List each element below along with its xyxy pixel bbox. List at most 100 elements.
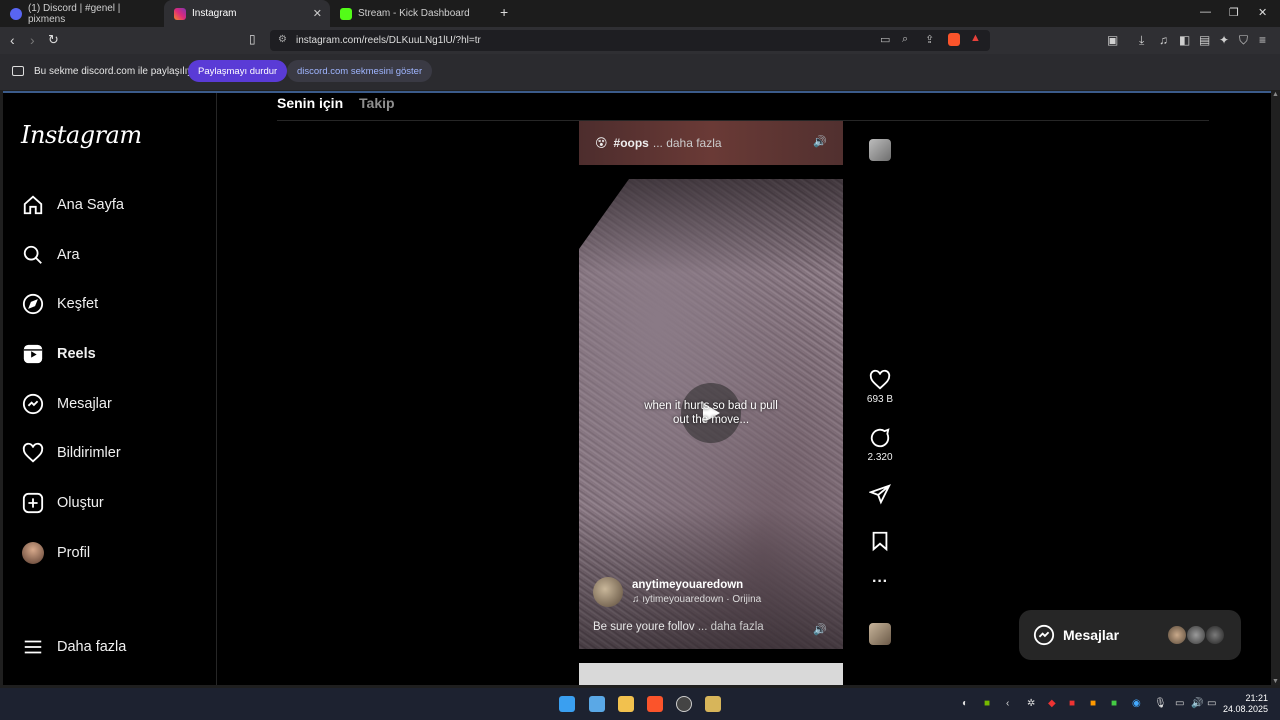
minimize-icon[interactable]: — [1200, 6, 1211, 18]
brave-browser-icon[interactable] [647, 696, 663, 712]
tab-following[interactable]: Takip [359, 95, 395, 111]
nav-search[interactable]: Ara [21, 240, 80, 270]
speaker-icon[interactable]: 🔊 [813, 623, 827, 636]
tray-icon[interactable]: ◆ [1048, 698, 1056, 709]
tab-instagram[interactable]: Instagram ✕ [164, 0, 330, 27]
media-icon[interactable]: ♫ [1159, 33, 1168, 47]
tray-icon[interactable]: ◐ [962, 698, 968, 709]
downloads-icon[interactable]: ⤓ [1139, 33, 1144, 48]
nav-reels[interactable]: Reels [21, 339, 96, 369]
brave-rewards-icon[interactable]: ▲ [970, 32, 981, 44]
reels-icon [21, 342, 45, 366]
save-button[interactable] [863, 530, 897, 555]
new-tab-icon[interactable]: + [500, 4, 508, 20]
nav-label: Profil [57, 545, 91, 561]
scrollbar[interactable]: ▲ ▼ [1271, 91, 1280, 685]
tray-icon[interactable]: ■ [1090, 698, 1096, 709]
nav-notifications[interactable]: Bildirimler [21, 438, 121, 468]
discord-icon [10, 7, 22, 20]
file-explorer-icon[interactable] [618, 696, 634, 712]
tab-title: Stream - Kick Dashboard [358, 8, 470, 19]
previous-reel[interactable]: 😵 #oops ... daha fazla 🔊 [579, 121, 843, 165]
close-tab-icon[interactable]: ✕ [313, 7, 322, 20]
comment-button[interactable]: 2.320 [863, 427, 897, 463]
tray-icon[interactable]: ‹ [1006, 698, 1009, 709]
reload-icon[interactable]: ↻ [48, 32, 59, 48]
close-window-icon[interactable]: ✕ [1258, 6, 1267, 19]
brave-shields-icon[interactable] [948, 33, 960, 46]
video-caption: when it hurts so bad u pull out the move… [629, 399, 793, 427]
tray-icon[interactable]: ✲ [1027, 698, 1035, 709]
nav-explore[interactable]: Keşfet [21, 289, 98, 319]
messenger-icon [1033, 624, 1055, 646]
battery-icon[interactable]: ▭ [1207, 698, 1216, 709]
widgets-icon[interactable] [589, 696, 605, 712]
nav-home[interactable]: Ana Sayfa [21, 190, 124, 220]
hashtag-link[interactable]: #oops [614, 136, 649, 150]
author-username[interactable]: anytimeyouaredown [632, 579, 761, 591]
like-button[interactable]: 693 B [863, 369, 897, 405]
forward-icon[interactable]: › [30, 32, 35, 48]
tab-discord[interactable]: (1) Discord | #genel | pixmens [0, 0, 160, 27]
avatar [1205, 625, 1225, 645]
network-icon[interactable]: ▭ [1175, 698, 1184, 709]
nav-label: Bildirimler [57, 445, 121, 461]
nav-more[interactable]: Daha fazla [21, 632, 126, 662]
leo-ai-icon[interactable]: ✦ [1219, 33, 1229, 47]
vpn-icon[interactable]: ⛉ [1239, 33, 1248, 48]
tab-kick[interactable]: Stream - Kick Dashboard [330, 0, 490, 27]
zoom-icon[interactable]: ⌕ [902, 33, 908, 46]
back-icon[interactable]: ‹ [10, 32, 15, 48]
author-avatar[interactable] [593, 577, 623, 607]
stop-sharing-button[interactable]: Paylaşmayı durdur [188, 60, 288, 82]
heart-icon [21, 441, 45, 465]
tab-for-you[interactable]: Senin için [277, 95, 343, 111]
nav-create[interactable]: Oluştur [21, 488, 104, 518]
show-discord-tab-button[interactable]: discord.com sekmesini göster [287, 60, 433, 82]
sidebar-toggle-icon[interactable]: ◧ [1179, 33, 1190, 47]
more-link[interactable]: ... daha fazla [698, 621, 764, 633]
cast-icon[interactable]: ▭ [880, 33, 890, 46]
browser-toolbar: ‹ › ↻ ▯ ⚙ instagram.com/reels/DLKuuLNg1l… [0, 27, 1280, 54]
nav-label: Ara [57, 247, 80, 263]
address-bar[interactable]: ⚙ instagram.com/reels/DLKuuLNg1lU/?hl=tr… [270, 30, 990, 51]
nav-label: Keşfet [57, 296, 99, 312]
share-icon[interactable]: ⇪ [925, 33, 934, 46]
app-icon[interactable] [705, 696, 721, 712]
next-reel[interactable] [579, 663, 843, 685]
nvidia-icon[interactable]: ■ [984, 698, 990, 709]
browser-tab-strip: (1) Discord | #genel | pixmens Instagram… [0, 0, 1280, 27]
share-button[interactable] [863, 483, 897, 508]
wallet-icon[interactable]: ▤ [1199, 33, 1210, 47]
reel-video[interactable]: when it hurts so bad u pull out the move… [579, 179, 843, 649]
system-clock[interactable]: 21:21 24.08.2025 [1223, 693, 1268, 715]
microphone-icon[interactable]: 🎙 [1154, 698, 1167, 709]
sidepanel-icon[interactable]: ▣ [1107, 33, 1118, 47]
music-note-icon: ♫ [632, 594, 643, 605]
speaker-icon[interactable]: 🔊 [813, 135, 827, 148]
messages-bubble[interactable]: Mesajlar [1019, 610, 1241, 660]
tray-icon[interactable]: ■ [1069, 698, 1075, 709]
tray-icon[interactable]: ◉ [1132, 698, 1141, 709]
site-info-icon[interactable]: ⚙ [278, 34, 287, 45]
scroll-down-icon[interactable]: ▼ [1272, 678, 1279, 685]
menu-icon[interactable]: ≡ [1259, 33, 1266, 47]
nav-label: Ana Sayfa [57, 197, 124, 213]
audio-thumbnail[interactable] [869, 139, 891, 161]
tray-icon[interactable]: ■ [1111, 698, 1117, 709]
audio-label[interactable]: ıytimeyouaredown · Orijina [642, 594, 761, 605]
windows-start-icon[interactable] [559, 696, 575, 712]
volume-icon[interactable]: 🔊 [1191, 698, 1203, 709]
feed-tabs: Senin için Takip [277, 95, 407, 111]
nav-messages[interactable]: Mesajlar [21, 389, 112, 419]
more-options-button[interactable]: ··· [863, 573, 897, 591]
bookmark-icon[interactable]: ▯ [249, 32, 256, 46]
obs-icon[interactable] [676, 696, 692, 712]
audio-thumbnail[interactable] [869, 623, 891, 645]
instagram-logo[interactable]: Instagram [21, 121, 142, 149]
nav-profile[interactable]: Profil [21, 538, 90, 568]
maximize-icon[interactable]: ❐ [1229, 6, 1239, 19]
url-text: instagram.com/reels/DLKuuLNg1lU/?hl=tr [296, 35, 481, 46]
more-link[interactable]: ... daha fazla [653, 136, 722, 150]
scroll-up-icon[interactable]: ▲ [1272, 91, 1279, 98]
